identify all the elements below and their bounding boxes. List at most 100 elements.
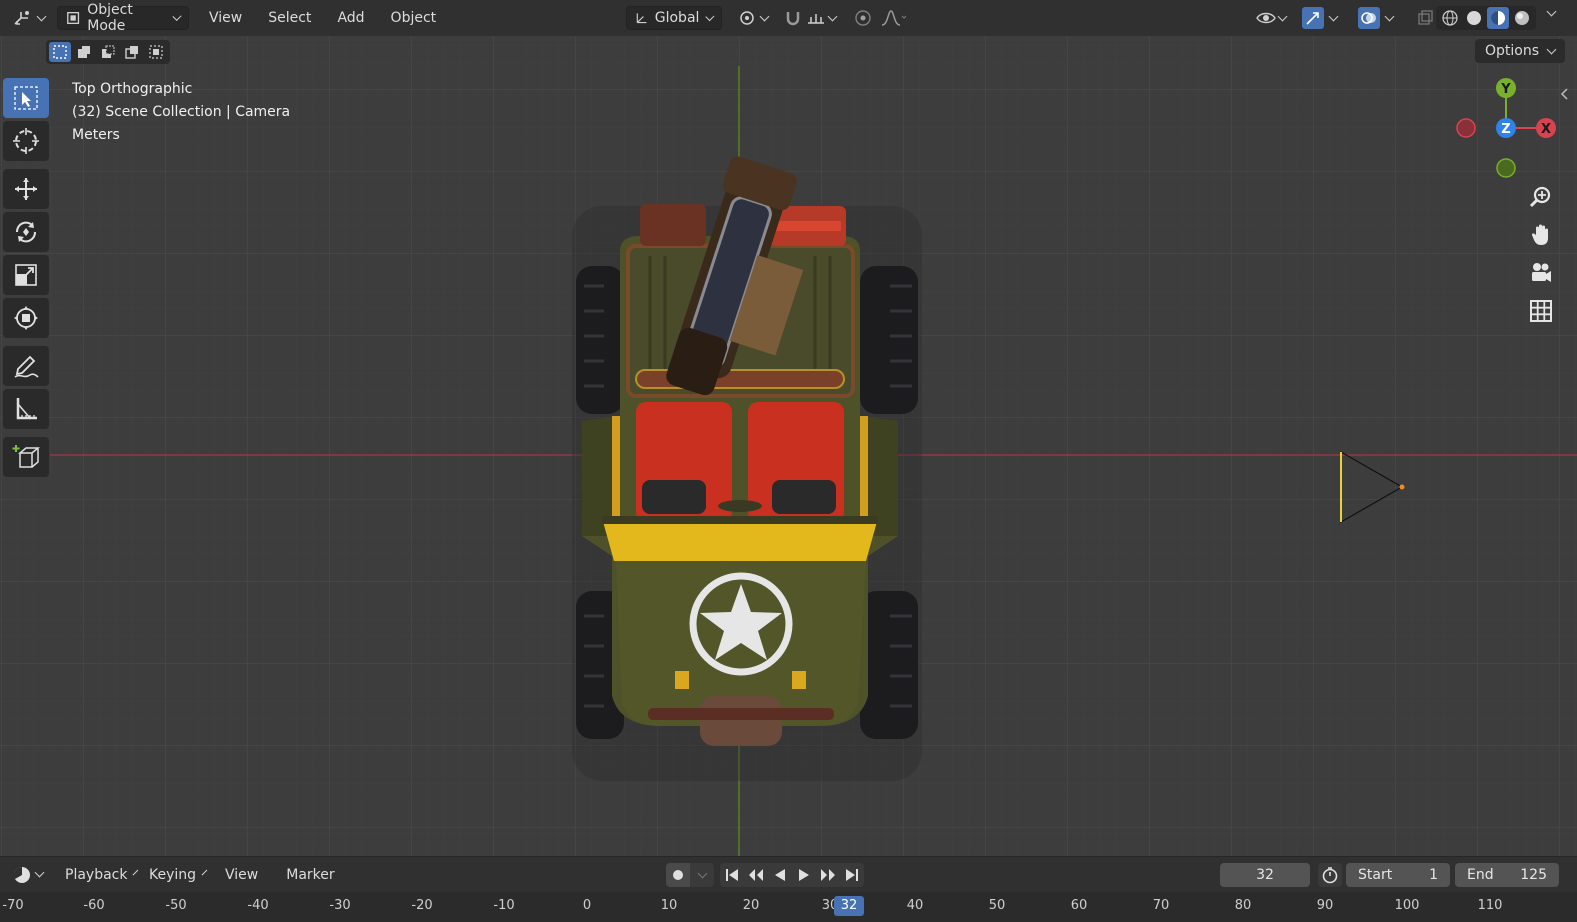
select-invert-icon [125, 46, 138, 59]
chevron-down-icon [705, 11, 715, 21]
gizmo-neg-y[interactable] [1496, 158, 1516, 178]
material-shading-button[interactable] [1487, 7, 1509, 29]
viewport-info-overlay: Top Orthographic (32) Scene Collection |… [72, 78, 290, 147]
rendered-sphere-icon [1515, 11, 1529, 25]
axes-editor-icon [14, 11, 29, 25]
auto-keying-button[interactable] [666, 863, 690, 887]
select-subtract-button[interactable] [97, 42, 119, 62]
overlay-toggle[interactable] [1350, 6, 1401, 30]
timeline-editor-type-button[interactable] [4, 863, 51, 887]
jump-to-start-button[interactable] [720, 863, 744, 887]
object-mode-icon [67, 11, 80, 25]
mode-dropdown[interactable]: Object Mode [57, 2, 189, 34]
pan-button[interactable] [1524, 218, 1558, 252]
keyframe-record-group [666, 863, 714, 887]
menu-playback[interactable]: Playback [57, 863, 139, 887]
gizmo-arrow-icon [1306, 12, 1319, 25]
end-frame-field[interactable]: End 125 [1455, 863, 1559, 887]
end-label: End [1467, 867, 1494, 883]
view-name: Top Orthographic [72, 81, 193, 97]
sidebar-toggle-chevron-icon[interactable] [1558, 86, 1570, 102]
options-label: Options [1484, 43, 1539, 59]
chevron-down-icon [1277, 11, 1288, 21]
select-extend-button[interactable] [73, 42, 95, 62]
playhead-frame-indicator[interactable]: 32 [834, 896, 864, 916]
menu-select[interactable]: Select [260, 6, 319, 30]
solid-shading-button[interactable] [1463, 7, 1485, 29]
move-arrows-icon [15, 178, 37, 200]
move-tool[interactable] [3, 169, 49, 209]
rendered-shading-button[interactable] [1511, 7, 1533, 29]
menu-add[interactable]: Add [329, 6, 372, 30]
clock-icon [13, 866, 30, 883]
editor-type-button[interactable] [4, 6, 53, 30]
rotate-tool[interactable] [3, 212, 49, 252]
ruler-tick: 50 [988, 898, 1006, 913]
menu-marker[interactable]: Marker [278, 863, 342, 887]
ruler-tick: -20 [411, 898, 433, 913]
ruler-tick: -60 [83, 898, 105, 913]
visibility-dropdown[interactable] [1248, 6, 1294, 30]
scale-icon [15, 264, 37, 286]
pivot-point-dropdown[interactable] [730, 6, 776, 30]
measure-tool[interactable] [3, 389, 49, 429]
perspective-toggle-button[interactable] [1524, 294, 1558, 328]
add-cube-tool[interactable] [3, 437, 49, 477]
scale-tool[interactable] [3, 255, 49, 295]
menu-object[interactable]: Object [383, 6, 445, 30]
gizmo-x-label: X [1541, 122, 1551, 137]
timeline-ruler[interactable]: -70 -60 -50 -40 -30 -20 -10 0 10 20 30 4… [0, 892, 1577, 922]
jeep-model [572, 156, 922, 781]
use-preview-range-toggle[interactable] [1318, 863, 1342, 887]
camera-view-button[interactable] [1524, 256, 1558, 290]
start-frame-field[interactable]: Start 1 [1346, 863, 1450, 887]
gizmo-toggle[interactable] [1294, 6, 1345, 30]
jump-to-keyframe-forward-button[interactable] [816, 863, 840, 887]
start-value: 1 [1429, 867, 1438, 883]
snap-target-dropdown[interactable] [798, 6, 844, 30]
blender-window: Object Mode View Select Add Object Globa… [0, 0, 1577, 922]
ruler-tick: 40 [906, 898, 924, 913]
timeline-menu-view[interactable]: View [217, 863, 266, 887]
playback-label: Playback [65, 866, 128, 883]
zoom-button[interactable] [1524, 180, 1558, 214]
current-frame-field[interactable]: 32 [1220, 863, 1310, 887]
cursor-select-icon [14, 86, 38, 110]
select-intersect-button[interactable] [145, 42, 167, 62]
play-reverse-button[interactable] [768, 863, 792, 887]
chevron-down-icon [1384, 11, 1395, 21]
select-subtract-icon [102, 45, 115, 58]
wireframe-shading-button[interactable] [1439, 7, 1461, 29]
gizmo-neg-x[interactable] [1456, 118, 1476, 138]
menu-keying[interactable]: Keying [141, 863, 213, 887]
orientation-label: Global [654, 10, 700, 26]
menu-view[interactable]: View [201, 6, 250, 30]
select-new-button[interactable] [49, 42, 71, 62]
navigation-gizmo[interactable]: Y X Z [1450, 74, 1560, 184]
3d-viewport[interactable]: Options Top Orthographic (32) Scene Coll… [0, 36, 1577, 856]
annotate-tool[interactable] [3, 346, 49, 386]
play-button[interactable] [792, 863, 816, 887]
options-dropdown[interactable]: Options [1474, 39, 1565, 63]
chevron-down-icon [1546, 44, 1557, 54]
ruler-tick: 80 [1234, 898, 1252, 913]
ruler-tick: -50 [165, 898, 187, 913]
stopwatch-icon [1322, 867, 1338, 884]
chevron-down-icon [34, 867, 45, 878]
jump-start-icon [726, 869, 738, 881]
chevron-down-icon [1328, 11, 1339, 21]
select-box-tool[interactable] [3, 78, 49, 118]
cursor-tool[interactable] [3, 121, 49, 161]
shading-options-chevron-icon[interactable] [1546, 6, 1557, 17]
ruler-tick: 20 [742, 898, 760, 913]
jump-to-keyframe-back-button[interactable] [744, 863, 768, 887]
auto-keying-options[interactable] [690, 863, 714, 887]
record-icon [673, 870, 683, 880]
jump-to-end-button[interactable] [840, 863, 864, 887]
falloff-dropdown[interactable] [872, 6, 914, 30]
shading-mode-group [1436, 6, 1536, 30]
transform-orientation-dropdown[interactable]: Global [626, 6, 722, 30]
select-invert-button[interactable] [121, 42, 143, 62]
ruler-tick: 10 [660, 898, 678, 913]
transform-tool[interactable] [3, 298, 49, 338]
